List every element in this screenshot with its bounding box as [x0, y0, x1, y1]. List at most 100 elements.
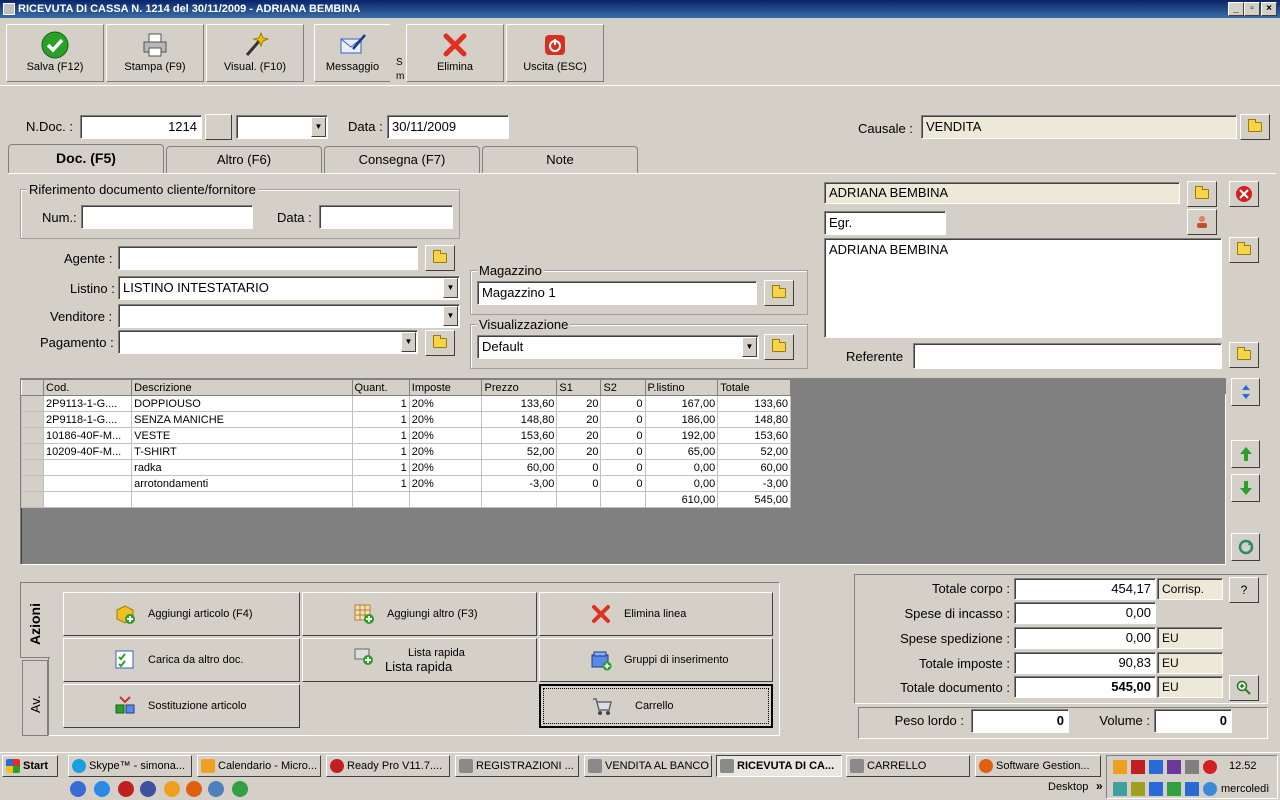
row-selector[interactable]	[20, 459, 45, 476]
listino-select[interactable]: LISTINO INTESTATARIO ▼	[118, 276, 460, 300]
table-cell[interactable]: 192,00	[644, 427, 719, 444]
tray-outlook-icon[interactable]	[1113, 760, 1127, 774]
contact-lookup-button[interactable]	[1187, 209, 1217, 235]
tray-app-icon[interactable]	[1203, 760, 1217, 774]
table-cell[interactable]: 167,00	[644, 395, 719, 412]
table-cell[interactable]: 0	[600, 395, 646, 412]
ql-strawberry-icon[interactable]	[118, 781, 134, 797]
row-selector[interactable]	[20, 427, 45, 444]
zoom-button[interactable]	[1229, 675, 1259, 701]
table-cell[interactable]: 153,60	[717, 427, 791, 444]
ndoc-series-select[interactable]: ▼	[236, 115, 328, 139]
table-cell[interactable]: 20	[556, 443, 602, 460]
insert-groups-button[interactable]: Gruppi di inserimento	[539, 638, 773, 682]
task-software[interactable]: Software Gestion...	[975, 755, 1101, 777]
table-cell[interactable]: T-SHIRT	[131, 443, 353, 460]
tray-app-icon[interactable]	[1131, 782, 1145, 796]
close-window-button[interactable]: ×	[1261, 2, 1277, 16]
table-cell[interactable]: 0,00	[644, 459, 719, 476]
table-row[interactable]: arrotondamenti 1 20% -3,00 0 0 0,00 -3,00	[20, 475, 791, 492]
visualizzazione-folder-button[interactable]	[764, 334, 794, 360]
print-button[interactable]: Stampa (F9)	[106, 24, 204, 82]
referente-field[interactable]	[913, 343, 1222, 369]
table-cell[interactable]: DOPPIOUSO	[131, 395, 353, 412]
table-cell[interactable]	[43, 491, 133, 508]
table-cell[interactable]: 0	[556, 459, 602, 476]
ql-media-icon[interactable]	[140, 781, 156, 797]
tab-altro[interactable]: Altro (F6)	[166, 146, 322, 173]
table-cell[interactable]	[43, 459, 133, 476]
refresh-button[interactable]	[1231, 533, 1260, 561]
cart-button[interactable]: Carrello	[539, 684, 773, 728]
tray-app-icon[interactable]	[1203, 782, 1217, 796]
volume-field[interactable]: 0	[1154, 709, 1232, 733]
collection-costs-field[interactable]: 0,00	[1014, 602, 1156, 624]
table-cell[interactable]: 20	[556, 395, 602, 412]
ndoc-field[interactable]: 1214	[80, 115, 202, 139]
table-cell[interactable]: 1	[351, 475, 410, 492]
table-cell[interactable]: 0,00	[644, 475, 719, 492]
col-header[interactable]: S1	[556, 379, 602, 396]
clock-time[interactable]: 12.52	[1229, 760, 1257, 772]
table-cell[interactable]: 0	[556, 475, 602, 492]
desktop-toolbar-label[interactable]: Desktop	[1048, 781, 1088, 793]
causale-folder-button[interactable]	[1240, 114, 1270, 140]
table-cell[interactable]: 52,00	[717, 443, 791, 460]
task-skype[interactable]: Skype™ - simona...	[68, 755, 192, 777]
pagamento-folder-button[interactable]	[425, 330, 455, 356]
table-cell[interactable]: 153,60	[481, 427, 558, 444]
table-cell[interactable]: 610,00	[644, 491, 719, 508]
tray-app-icon[interactable]	[1149, 760, 1163, 774]
table-cell[interactable]	[43, 475, 133, 492]
task-ricevuta[interactable]: RICEVUTA DI CA...	[716, 755, 842, 777]
table-cell[interactable]: 2P9113-1-G....	[43, 395, 133, 412]
table-cell[interactable]: 133,60	[481, 395, 558, 412]
ql-firefox-icon[interactable]	[186, 781, 202, 797]
message-button[interactable]: Messaggio	[314, 24, 390, 82]
table-cell[interactable]	[600, 491, 646, 508]
tray-flag-icon[interactable]	[1131, 760, 1145, 774]
customer-clear-button[interactable]	[1229, 181, 1259, 207]
row-selector[interactable]	[20, 475, 45, 492]
delete-line-button[interactable]: Elimina linea	[539, 592, 773, 636]
table-cell[interactable]: 0	[600, 411, 646, 428]
table-cell[interactable]: SENZA MANICHE	[131, 411, 353, 428]
visualizzazione-select[interactable]: Default ▼	[477, 335, 759, 359]
table-cell[interactable]: 1	[351, 395, 410, 412]
tab-av[interactable]: Av.	[22, 660, 48, 736]
venditore-select[interactable]: ▼	[118, 304, 460, 328]
row-selector[interactable]	[20, 443, 45, 460]
minimize-button[interactable]: _	[1228, 2, 1244, 16]
table-cell[interactable]: 10209-40F-M...	[43, 443, 133, 460]
table-cell[interactable]	[556, 491, 602, 508]
move-up-button[interactable]	[1231, 440, 1260, 468]
add-article-button[interactable]: Aggiungi articolo (F4)	[63, 592, 300, 636]
tray-app-icon[interactable]	[1167, 760, 1181, 774]
table-cell[interactable]: 1	[351, 411, 410, 428]
date-field[interactable]: 30/11/2009	[387, 115, 509, 139]
table-cell[interactable]: 65,00	[644, 443, 719, 460]
tab-consegna[interactable]: Consegna (F7)	[324, 146, 480, 173]
table-cell[interactable]: 52,00	[481, 443, 558, 460]
tray-app-icon[interactable]	[1149, 782, 1163, 796]
save-button[interactable]: Salva (F12)	[6, 24, 104, 82]
causale-field[interactable]: VENDITA	[921, 115, 1237, 139]
add-other-button[interactable]: Aggiungi altro (F3)	[302, 592, 537, 636]
ndoc-series-button[interactable]	[205, 114, 232, 140]
table-cell[interactable]: 20%	[408, 395, 483, 412]
table-cell[interactable]	[408, 491, 483, 508]
table-cell[interactable]: arrotondamenti	[131, 475, 353, 492]
table-cell[interactable]: 0	[600, 459, 646, 476]
row-selector[interactable]	[20, 491, 45, 508]
table-cell[interactable]: 0	[600, 475, 646, 492]
ql-ie-icon[interactable]	[94, 781, 110, 797]
tab-doc[interactable]: Doc. (F5)	[8, 144, 164, 174]
table-cell[interactable]	[481, 491, 558, 508]
table-row[interactable]: radka 1 20% 60,00 0 0 0,00 60,00	[20, 459, 791, 476]
table-cell[interactable]: 20%	[408, 411, 483, 428]
customer-address-field[interactable]: ADRIANA BEMBINA	[824, 238, 1222, 338]
customer-name-field[interactable]: ADRIANA BEMBINA	[824, 182, 1180, 204]
view-button[interactable]: Visual. (F10)	[206, 24, 304, 82]
table-cell[interactable]: 1	[351, 459, 410, 476]
table-row[interactable]: 2P9118-1-G.... SENZA MANICHE 1 20% 148,80 20 0…	[20, 411, 791, 428]
